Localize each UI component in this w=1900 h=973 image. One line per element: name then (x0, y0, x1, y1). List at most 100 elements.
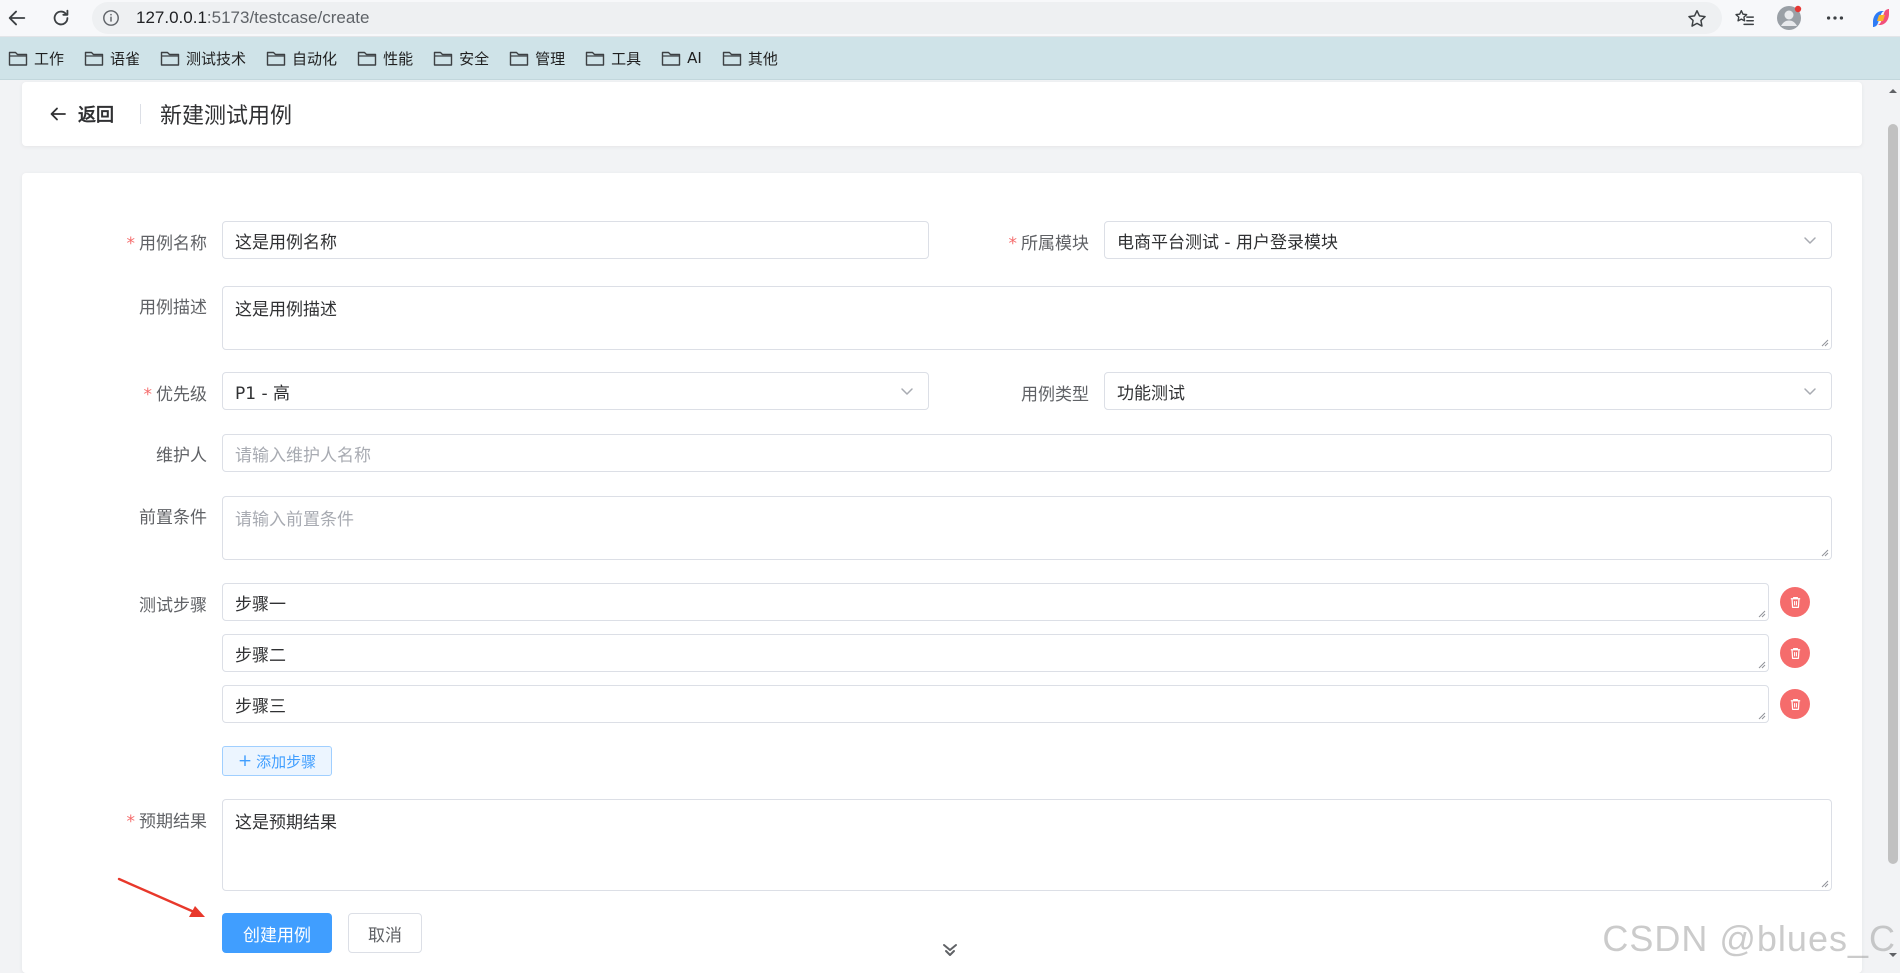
scrollbar-thumb[interactable] (1888, 124, 1898, 864)
trash-icon (1790, 647, 1800, 659)
module-select[interactable]: 电商平台测试 - 用户登录模块 (1104, 221, 1832, 259)
favorites-button[interactable] (1730, 3, 1760, 33)
bookmark-folder[interactable]: 工具 (585, 42, 641, 74)
description-textarea[interactable]: 这是用例描述 (222, 286, 1832, 350)
testcase-form: * 用例名称 这是用例名称 * 所属模块 电商平台测试 - 用户登录模块 用例描述 … (22, 173, 1862, 973)
description-value: 这是用例描述 (235, 300, 337, 320)
page-scrollbar[interactable] (1886, 80, 1900, 966)
add-step-button[interactable]: + 添加步骤 (222, 746, 332, 776)
back-nav-button[interactable] (2, 3, 32, 33)
resize-grip-icon[interactable] (1756, 710, 1766, 720)
more-horizontal-icon (1826, 16, 1844, 20)
favorites-list-icon (1735, 9, 1754, 26)
resize-grip-icon[interactable] (1819, 878, 1829, 888)
copilot-icon (1873, 9, 1889, 27)
info-icon[interactable] (102, 9, 120, 27)
delete-step-button[interactable] (1780, 638, 1810, 668)
case-name-input[interactable]: 这是用例名称 (222, 221, 929, 259)
bookmark-label: AI (687, 49, 702, 67)
bookmark-folder[interactable]: 性能 (357, 42, 413, 74)
folder-icon (357, 51, 377, 66)
precondition-label-text: 前置条件 (139, 508, 207, 528)
expected-label-text: 预期结果 (139, 812, 207, 832)
expected-value: 这是预期结果 (235, 813, 337, 833)
expected-textarea[interactable]: 这是预期结果 (222, 799, 1832, 891)
folder-icon (8, 51, 28, 66)
bookmark-label: 性能 (383, 49, 414, 68)
cancel-button[interactable]: 取消 (348, 913, 422, 953)
bookmark-folder[interactable]: 工作 (8, 42, 64, 74)
scroll-down-button[interactable] (930, 935, 970, 965)
priority-label: * 优先级 (47, 380, 208, 405)
case-name-value: 这是用例名称 (235, 232, 337, 253)
arrow-left-icon (8, 10, 26, 26)
maintainer-input[interactable]: 请输入维护人名称 (222, 434, 1832, 472)
priority-value: P1 - 高 (235, 383, 291, 404)
bookmark-label: 测试技术 (186, 49, 247, 68)
resize-grip-icon[interactable] (1819, 547, 1829, 557)
precondition-label: 前置条件 (47, 503, 207, 528)
steps-label-text: 测试步骤 (139, 596, 207, 616)
add-step-label: 添加步骤 (256, 752, 317, 771)
bookmarks-bar: 工作 语雀 测试技术 自动化 性能 安全 管理 工具 AI 其他 (0, 37, 1900, 80)
steps-label: 测试步骤 (47, 591, 207, 616)
trash-icon (1790, 596, 1800, 608)
bookmark-label: 语雀 (110, 49, 141, 68)
case-type-select[interactable]: 功能测试 (1104, 372, 1832, 410)
page-content: 返回 新建测试用例 * 用例名称 这是用例名称 * 所属模块 电商平台测试 - 用户… (0, 80, 1900, 973)
step-value: 步骤二 (235, 645, 286, 666)
url-host: 127.0.0.1 (136, 8, 207, 27)
page-title: 新建测试用例 (160, 104, 293, 129)
folder-icon (160, 51, 180, 66)
step-input[interactable]: 步骤一 (222, 583, 1769, 621)
plus-icon: + (237, 751, 253, 771)
menu-button[interactable] (1820, 3, 1850, 33)
folder-icon (661, 51, 681, 66)
delete-step-button[interactable] (1780, 587, 1810, 617)
chevron-down-icon (901, 388, 913, 395)
bookmark-folder[interactable]: 其他 (722, 42, 778, 74)
folder-icon (722, 51, 742, 66)
copilot-button[interactable] (1866, 3, 1896, 33)
back-button[interactable]: 返回 (48, 100, 114, 128)
url-text[interactable]: 127.0.0.1:5173/testcase/create (136, 8, 369, 28)
step-input[interactable]: 步骤三 (222, 685, 1769, 723)
module-label-text: 所属模块 (1021, 234, 1089, 254)
star-icon[interactable] (1686, 8, 1708, 30)
priority-label-text: 优先级 (156, 385, 207, 405)
module-label: * 所属模块 (929, 229, 1090, 254)
step-value: 步骤三 (235, 696, 286, 717)
description-label-text: 用例描述 (139, 298, 207, 318)
case-type-label-text: 用例类型 (1021, 385, 1089, 405)
bookmark-folder[interactable]: 安全 (433, 42, 489, 74)
step-input[interactable]: 步骤二 (222, 634, 1769, 672)
trash-icon (1790, 698, 1800, 710)
bookmark-label: 工作 (34, 49, 65, 68)
create-case-button[interactable]: 创建用例 (222, 913, 332, 953)
reload-button[interactable] (46, 3, 76, 33)
delete-step-button[interactable] (1780, 689, 1810, 719)
profile-button[interactable] (1774, 3, 1804, 33)
reload-icon (53, 9, 69, 26)
precondition-placeholder: 请输入前置条件 (235, 510, 354, 530)
maintainer-placeholder: 请输入维护人名称 (235, 445, 371, 466)
scroll-up-arrow-icon[interactable] (1888, 86, 1898, 96)
create-case-label: 创建用例 (243, 925, 311, 946)
bookmark-folder[interactable]: AI (661, 42, 702, 74)
address-bar[interactable]: 127.0.0.1:5173/testcase/create (92, 2, 1722, 34)
required-star: * (143, 385, 153, 405)
header-divider (140, 104, 141, 124)
bookmark-label: 自动化 (292, 49, 338, 68)
priority-select[interactable]: P1 - 高 (222, 372, 929, 410)
folder-icon (585, 51, 605, 66)
resize-grip-icon[interactable] (1756, 608, 1766, 618)
bookmark-folder[interactable]: 测试技术 (160, 42, 246, 74)
bookmark-folder[interactable]: 管理 (509, 42, 565, 74)
folder-icon (84, 51, 104, 66)
bookmark-folder[interactable]: 自动化 (266, 42, 337, 74)
cancel-label: 取消 (368, 925, 402, 946)
precondition-textarea[interactable]: 请输入前置条件 (222, 496, 1832, 560)
resize-grip-icon[interactable] (1819, 337, 1829, 347)
bookmark-folder[interactable]: 语雀 (84, 42, 140, 74)
resize-grip-icon[interactable] (1756, 659, 1766, 669)
